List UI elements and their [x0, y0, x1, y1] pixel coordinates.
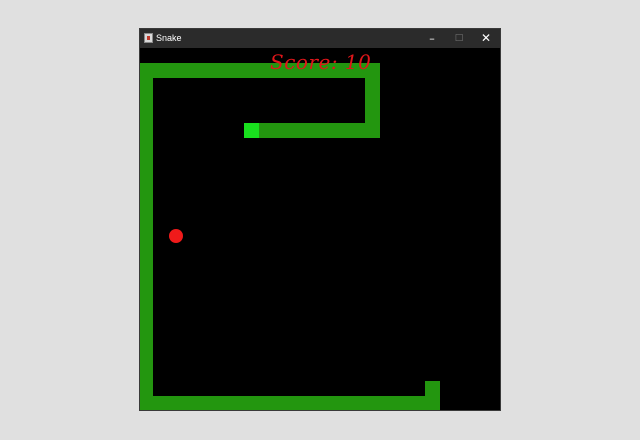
desktop: Snake – □ ✕ Score: 10 [0, 0, 640, 440]
title-bar[interactable]: Snake – □ ✕ [140, 29, 500, 48]
snake-body-segment [140, 396, 440, 410]
snake-body-segment [140, 63, 153, 410]
maximize-button[interactable]: □ [446, 29, 472, 48]
window-title: Snake [156, 33, 182, 43]
game-window: Snake – □ ✕ Score: 10 [140, 29, 500, 410]
snake-body-segment [258, 123, 380, 138]
snake-body-segment [425, 381, 440, 410]
food-apple [169, 229, 183, 243]
snake-head [244, 123, 259, 138]
snake [140, 63, 440, 410]
java-app-icon [144, 33, 153, 43]
game-canvas [140, 63, 440, 410]
close-button[interactable]: ✕ [473, 29, 499, 48]
score-label: Score: 10 [270, 50, 372, 74]
game-board[interactable]: Score: 10 [140, 48, 500, 410]
minimize-button[interactable]: – [419, 29, 445, 48]
